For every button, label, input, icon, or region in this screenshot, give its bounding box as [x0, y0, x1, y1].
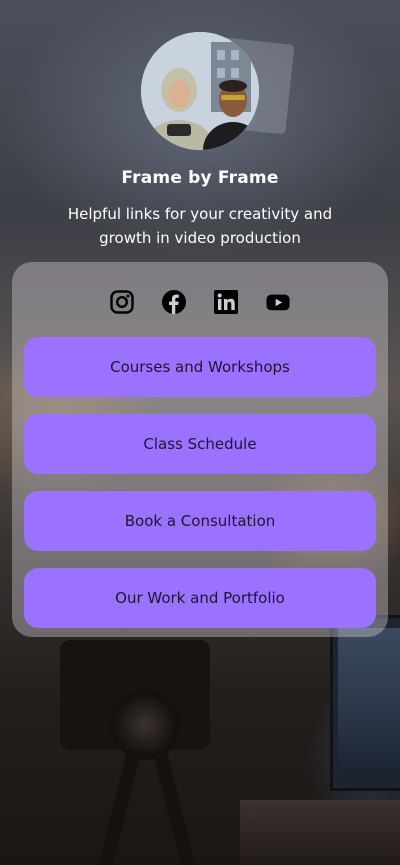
tagline: Helpful links for your creativity and gr… [67, 205, 333, 247]
work-and-portfolio-button[interactable]: Our Work and Portfolio [24, 568, 376, 628]
instagram-icon [110, 290, 134, 314]
avatar [141, 32, 259, 150]
youtube-link[interactable] [266, 290, 290, 314]
facebook-icon [162, 290, 186, 314]
book-consultation-button[interactable]: Book a Consultation [24, 491, 376, 551]
background-camera-lens [110, 690, 180, 760]
courses-and-workshops-button[interactable]: Courses and Workshops [24, 337, 376, 397]
linkedin-icon [214, 290, 238, 314]
class-schedule-button[interactable]: Class Schedule [24, 414, 376, 474]
links-card: Courses and Workshops Class Schedule Boo… [12, 262, 388, 637]
background-desk [240, 800, 400, 865]
instagram-link[interactable] [110, 290, 134, 314]
facebook-link[interactable] [162, 290, 186, 314]
page-title: Frame by Frame [121, 168, 279, 188]
link-in-bio-page: Frame by Frame Helpful links for your cr… [0, 0, 400, 865]
background-tripod-leg [93, 750, 141, 865]
link-list: Courses and Workshops Class Schedule Boo… [24, 337, 376, 645]
avatar-photo [141, 32, 259, 150]
social-icons-row [12, 290, 388, 318]
linkedin-link[interactable] [214, 290, 238, 314]
profile-header: Frame by Frame Helpful links for your cr… [0, 32, 400, 250]
background-monitor-screen [338, 628, 400, 778]
youtube-icon [266, 294, 290, 311]
background-tripod-leg [153, 750, 201, 865]
